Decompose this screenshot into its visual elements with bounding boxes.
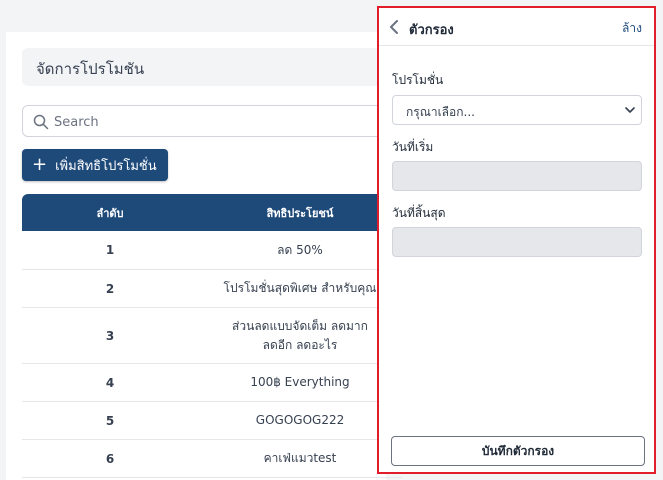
search-icon	[33, 114, 49, 130]
table-row[interactable]: 4 100฿ Everything	[22, 364, 402, 402]
start-date-input[interactable]	[392, 161, 642, 191]
save-filter-button[interactable]: บันทึกตัวกรอง	[391, 436, 645, 466]
row-benefit: GOGOGOG222	[255, 413, 345, 427]
search-input[interactable]	[54, 112, 354, 132]
add-promotion-button[interactable]: + เพิ่มสิทธิโปรโมชั่น	[22, 149, 168, 181]
row-benefit: 100฿ Everything	[250, 375, 350, 389]
chevron-left-icon[interactable]	[389, 20, 399, 34]
promotion-select[interactable]: กรุณาเลือก...	[392, 95, 642, 125]
row-benefit: ส่วนลดแบบจัดเต็ม ลดมาก ลดอีก ลดอะไร	[232, 318, 368, 352]
table-row[interactable]: 1 ลด 50%	[22, 231, 402, 270]
header-order: ลำดับ	[96, 206, 124, 220]
table-row[interactable]: 5 GOGOGOG222	[22, 402, 402, 440]
row-benefit: ลด 50%	[277, 242, 323, 257]
row-order: 1	[105, 243, 115, 257]
promotion-table: ลำดับ สิทธิประโยชน์ 1 ลด 50% 2 โปรโมชั่น…	[22, 194, 402, 478]
header-benefit: สิทธิประโยชน์	[266, 206, 334, 220]
table-row[interactable]: 2 โปรโมชั่นสุดพิเศษ สำหรับคุณ	[22, 270, 402, 308]
filter-panel-header: ตัวกรอง ล้าง	[379, 8, 654, 46]
row-order: 6	[105, 451, 115, 466]
row-order: 3	[105, 328, 115, 343]
chevron-down-icon	[625, 107, 635, 113]
row-order: 4	[105, 375, 115, 390]
main-content: จัดการโปรโมชัน + เพิ่มสิทธิโปรโมชั่น ลำด…	[6, 32, 402, 480]
add-promotion-label: เพิ่มสิทธิโปรโมชั่น	[55, 158, 157, 174]
plus-icon: +	[32, 154, 48, 175]
row-benefit: คาเฟ่แมวtest	[263, 451, 337, 465]
promotion-select-value: กรุณาเลือก...	[406, 105, 475, 119]
promotion-label: โปรโมชั่น	[392, 73, 444, 87]
filter-panel: ตัวกรอง ล้าง โปรโมชั่น กรุณาเลือก... วัน…	[377, 6, 656, 474]
end-date-input[interactable]	[392, 227, 642, 257]
filter-panel-title: ตัวกรอง	[409, 23, 454, 38]
row-order: 5	[105, 413, 115, 428]
page-header: จัดการโปรโมชัน	[22, 48, 402, 86]
row-order: 2	[105, 281, 115, 296]
table-row[interactable]: 3 ส่วนลดแบบจัดเต็ม ลดมาก ลดอีก ลดอะไร	[22, 308, 402, 364]
search-box[interactable]	[22, 105, 402, 137]
page-title: จัดการโปรโมชัน	[36, 60, 145, 78]
clear-filter-link[interactable]: ล้าง	[622, 19, 642, 38]
row-benefit: โปรโมชั่นสุดพิเศษ สำหรับคุณ	[223, 281, 377, 295]
table-row[interactable]: 6 คาเฟ่แมวtest	[22, 440, 402, 478]
start-date-label: วันที่เริ่ม	[392, 140, 434, 154]
table-header: ลำดับ สิทธิประโยชน์	[22, 194, 402, 231]
end-date-label: วันที่สิ้นสุด	[392, 206, 446, 220]
